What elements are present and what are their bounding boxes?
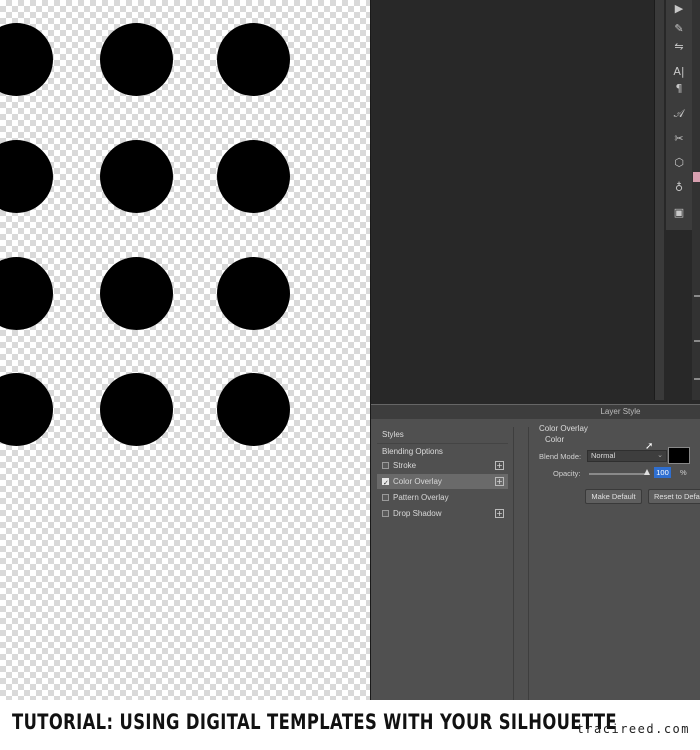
style-item-label: Drop Shadow	[393, 509, 442, 518]
color-overlay-checkbox[interactable]	[382, 476, 389, 491]
style-item-color-overlay[interactable]: Color Overlay +	[377, 474, 508, 491]
section-subtitle: Color	[545, 435, 565, 444]
circle-shape	[217, 373, 290, 446]
make-default-button[interactable]: Make Default	[585, 489, 642, 504]
panel-tick	[694, 378, 700, 380]
blending-options-item[interactable]: Blending Options	[377, 443, 508, 458]
circle-shape	[100, 140, 173, 213]
site-name: tracireed.com	[576, 722, 690, 736]
tools-icon[interactable]: ✂	[666, 130, 692, 148]
play-icon[interactable]: ▶	[666, 0, 692, 18]
opacity-input[interactable]: 100	[654, 467, 671, 478]
stroke-checkbox[interactable]	[382, 462, 389, 469]
panel-divider[interactable]	[654, 0, 664, 400]
overlay-color-swatch[interactable]	[668, 447, 690, 464]
adjust-icon[interactable]: ⇋	[666, 38, 692, 56]
opacity-unit: %	[680, 468, 687, 477]
drop-shadow-checkbox[interactable]	[382, 510, 389, 517]
style-item-label: Stroke	[393, 461, 417, 470]
blend-mode-label: Blend Mode:	[539, 452, 582, 461]
circle-shape	[100, 373, 173, 446]
circle-shape	[0, 373, 53, 446]
circle-shape	[100, 257, 173, 330]
style-item-pattern-overlay[interactable]: Pattern Overlay	[377, 490, 508, 505]
panel-tick	[694, 340, 700, 342]
styles-header[interactable]: Styles	[377, 427, 508, 443]
circle-shape	[0, 140, 53, 213]
paragraph-icon[interactable]: ¶	[666, 80, 692, 98]
style-item-drop-shadow[interactable]: Drop Shadow +	[377, 506, 508, 521]
style-item-label: Color Overlay	[393, 477, 442, 486]
opacity-label: Opacity:	[553, 469, 581, 478]
circle-shape	[100, 23, 173, 96]
glyph-icon[interactable]: 𝒜	[666, 105, 692, 123]
cursor-icon: ➚	[645, 441, 654, 452]
circle-shape	[217, 257, 290, 330]
add-icon[interactable]: +	[495, 477, 504, 486]
panel-divider	[513, 427, 514, 700]
style-item-stroke[interactable]: Stroke +	[377, 458, 508, 473]
panel-toolbar: ▶ ✎ ⇋ A| ¶ 𝒜 ✂ ⬡ ♁ ▣	[666, 0, 692, 230]
chevron-down-icon: ⌄	[657, 452, 663, 459]
cube-icon[interactable]: ⬡	[666, 154, 692, 172]
document-canvas[interactable]	[0, 0, 370, 700]
bulb-icon[interactable]: ♁	[666, 179, 692, 197]
brush-icon[interactable]: ✎	[666, 20, 692, 38]
reset-to-default-button[interactable]: Reset to Defa	[648, 489, 700, 504]
circle-shape	[0, 257, 53, 330]
caption-bar: TUTORIAL: USING DIGITAL TEMPLATES WITH Y…	[0, 700, 700, 750]
blend-mode-value: Normal	[591, 451, 616, 460]
dialog-title[interactable]: Layer Style	[371, 405, 700, 419]
style-item-label: Pattern Overlay	[393, 493, 449, 502]
tutorial-title: TUTORIAL: USING DIGITAL TEMPLATES WITH Y…	[12, 710, 618, 734]
pattern-overlay-checkbox[interactable]	[382, 494, 389, 501]
circle-shape	[217, 140, 290, 213]
circle-shape	[217, 23, 290, 96]
blend-mode-select[interactable]: Normal ⌄	[587, 450, 667, 462]
section-title: Color Overlay	[539, 424, 588, 433]
screen-icon[interactable]: ▣	[666, 204, 692, 222]
type-icon[interactable]: A|	[666, 63, 692, 81]
add-icon[interactable]: +	[495, 509, 504, 518]
circle-shape	[0, 23, 53, 96]
opacity-slider[interactable]	[589, 473, 649, 475]
panel-tick	[694, 295, 700, 297]
color-swatch[interactable]	[693, 172, 700, 182]
add-icon[interactable]: +	[495, 461, 504, 470]
panel-divider	[528, 427, 529, 700]
opacity-slider-thumb[interactable]	[644, 469, 650, 475]
